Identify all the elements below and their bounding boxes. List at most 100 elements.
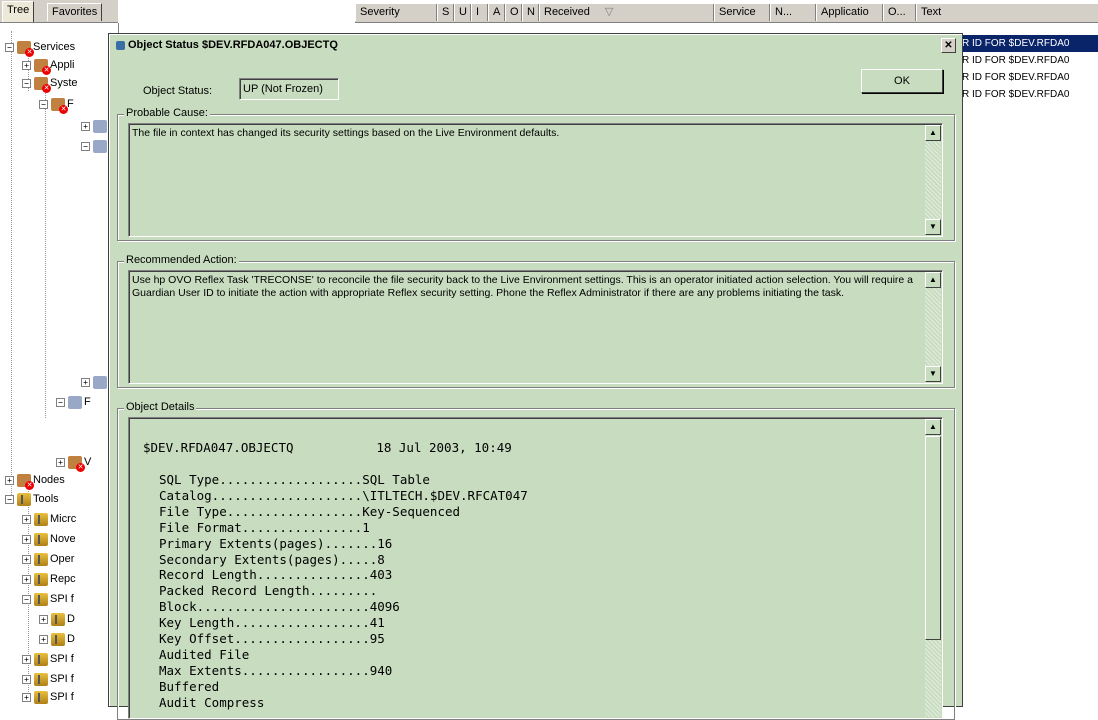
tab-favorites[interactable]: Favorites	[47, 3, 103, 21]
scroll-down-icon[interactable]: ▼	[925, 366, 941, 382]
detail-line: Block.......................4096	[159, 599, 400, 615]
tree-node-tool[interactable]: + D	[39, 630, 75, 648]
tree-node-tool[interactable]: + D	[39, 610, 75, 628]
tree-node-tool[interactable]: + SPI f	[22, 688, 74, 705]
tool-icon	[51, 612, 65, 626]
expand-icon[interactable]: +	[56, 457, 65, 467]
tool-icon	[34, 652, 48, 666]
expand-icon[interactable]: +	[39, 634, 48, 644]
list-header: Severity S U I A O N Received ▽ Service …	[355, 4, 1098, 23]
column-u[interactable]: U	[454, 4, 471, 21]
tree-node-tool[interactable]: + Repc	[22, 570, 76, 588]
red-service-icon	[17, 40, 34, 57]
scrollbar[interactable]: ▲ ▼	[925, 272, 941, 382]
tab-tree[interactable]: Tree	[2, 1, 35, 22]
expand-icon[interactable]: +	[22, 574, 31, 584]
expand-icon[interactable]: +	[5, 475, 14, 485]
column-text[interactable]: Text	[916, 4, 1098, 21]
expand-icon[interactable]: +	[22, 534, 31, 544]
tree-tabs: Tree Favorites	[0, 0, 118, 23]
detail-line: Audit Compress	[159, 694, 265, 710]
expand-icon[interactable]: +	[22, 60, 31, 70]
scroll-up-icon[interactable]: ▲	[925, 419, 941, 435]
scroll-up-icon[interactable]: ▲	[925, 125, 941, 141]
column-o-dots[interactable]: O...	[883, 4, 916, 21]
tool-icon	[34, 532, 48, 546]
tree-node-f[interactable]: −F	[39, 95, 74, 114]
tree-node-tool[interactable]: + Nove	[22, 530, 76, 548]
tree-node-tool[interactable]: + SPI f	[22, 650, 74, 668]
tree-node-v[interactable]: +V	[56, 453, 91, 472]
scrollbar-thumb[interactable]	[925, 436, 941, 640]
list-item[interactable]: R ID FOR $DEV.RFDA0	[960, 35, 1098, 52]
column-n[interactable]: N	[522, 4, 539, 21]
message-list: R ID FOR $DEV.RFDA0 R ID FOR $DEV.RFDA0 …	[960, 35, 1098, 103]
column-service[interactable]: Service	[714, 4, 770, 21]
column-a[interactable]: A	[488, 4, 505, 21]
probable-cause-text[interactable]: The file in context has changed its secu…	[128, 123, 943, 237]
detail-line: Key Length..................41	[159, 615, 385, 631]
expand-icon[interactable]: +	[81, 377, 90, 387]
collapse-icon[interactable]: −	[81, 141, 90, 151]
tree-node-sub2[interactable]: −	[81, 137, 109, 155]
detail-line: Record Length...............403	[159, 567, 393, 583]
collapse-icon[interactable]: −	[5, 494, 14, 504]
detail-line: Buffered	[159, 678, 220, 694]
column-s[interactable]: S	[437, 4, 454, 21]
scrollbar[interactable]: ▲ ▼	[925, 125, 941, 235]
tree-view[interactable]: −Services +Appli −Syste −F + − + −F +V +…	[0, 23, 119, 705]
expand-icon[interactable]: +	[22, 554, 31, 564]
tool-icon	[34, 552, 48, 566]
column-o[interactable]: O	[505, 4, 522, 21]
expand-icon[interactable]: +	[22, 514, 31, 524]
list-item[interactable]: R ID FOR $DEV.RFDA0	[960, 52, 1098, 69]
tree-node-tool[interactable]: + SPI f	[22, 670, 74, 688]
column-application[interactable]: Applicatio	[816, 4, 883, 21]
tree-node-nodes[interactable]: +Nodes	[5, 471, 65, 490]
scroll-down-icon[interactable]: ▼	[925, 219, 941, 235]
list-item[interactable]: R ID FOR $DEV.RFDA0	[960, 86, 1098, 103]
scroll-up-icon[interactable]: ▲	[925, 272, 941, 288]
expand-icon[interactable]: +	[22, 654, 31, 664]
tree-node-tools[interactable]: − Tools	[5, 490, 59, 508]
close-button[interactable]: ✕	[941, 38, 956, 53]
collapse-icon[interactable]: −	[22, 594, 31, 604]
object-details-text[interactable]: $DEV.RFDA047.OBJECTQ 18 Jul 2003, 10:49 …	[128, 417, 943, 719]
dialog-title-bar[interactable]: Object Status $DEV.RFDA047.OBJECTQ ✕	[111, 36, 960, 54]
red-folder-icon	[17, 473, 34, 490]
red-service-icon	[34, 58, 51, 75]
expand-icon[interactable]: +	[22, 674, 31, 684]
collapse-icon[interactable]: −	[22, 78, 31, 88]
service-icon	[68, 395, 82, 409]
tree-node-systems[interactable]: −Syste	[22, 74, 78, 93]
tree-node-applications[interactable]: +Appli	[22, 56, 74, 75]
tree-node-services[interactable]: −Services	[5, 38, 75, 57]
red-service-icon	[68, 455, 85, 472]
detail-line: Catalog....................\ITLTECH.$DEV…	[159, 487, 528, 503]
collapse-icon[interactable]: −	[39, 99, 48, 109]
expand-icon[interactable]: +	[81, 121, 90, 131]
tool-icon	[34, 672, 48, 686]
recommended-action-text[interactable]: Use hp OVO Reflex Task 'TRECONSE' to rec…	[128, 270, 943, 384]
column-n-dots[interactable]: N...	[770, 4, 816, 21]
recommended-action-group: Recommended Action: Use hp OVO Reflex Ta…	[117, 254, 955, 388]
column-received[interactable]: Received ▽	[539, 4, 714, 21]
tree-node-f2[interactable]: − F	[56, 393, 91, 411]
expand-icon[interactable]: +	[39, 614, 48, 624]
tree-node-tool[interactable]: − SPI f	[22, 590, 74, 608]
expand-icon[interactable]: +	[22, 692, 31, 702]
scrollbar[interactable]: ▲	[925, 419, 941, 717]
tree-node-sub3[interactable]: +	[81, 373, 109, 391]
column-severity[interactable]: Severity	[355, 4, 437, 21]
detail-line: Max Extents.................940	[159, 662, 393, 678]
collapse-icon[interactable]: −	[56, 397, 65, 407]
tree-node-tool[interactable]: + Oper	[22, 550, 74, 568]
tool-icon	[34, 572, 48, 586]
tree-node-sub1[interactable]: +	[81, 117, 109, 135]
tree-node-tool[interactable]: + Micrc	[22, 510, 76, 528]
column-i[interactable]: I	[471, 4, 488, 21]
collapse-icon[interactable]: −	[5, 42, 14, 52]
details-header: $DEV.RFDA047.OBJECTQ 18 Jul 2003, 10:49	[143, 440, 512, 455]
list-item[interactable]: R ID FOR $DEV.RFDA0	[960, 69, 1098, 86]
ok-button[interactable]: OK	[861, 69, 943, 93]
